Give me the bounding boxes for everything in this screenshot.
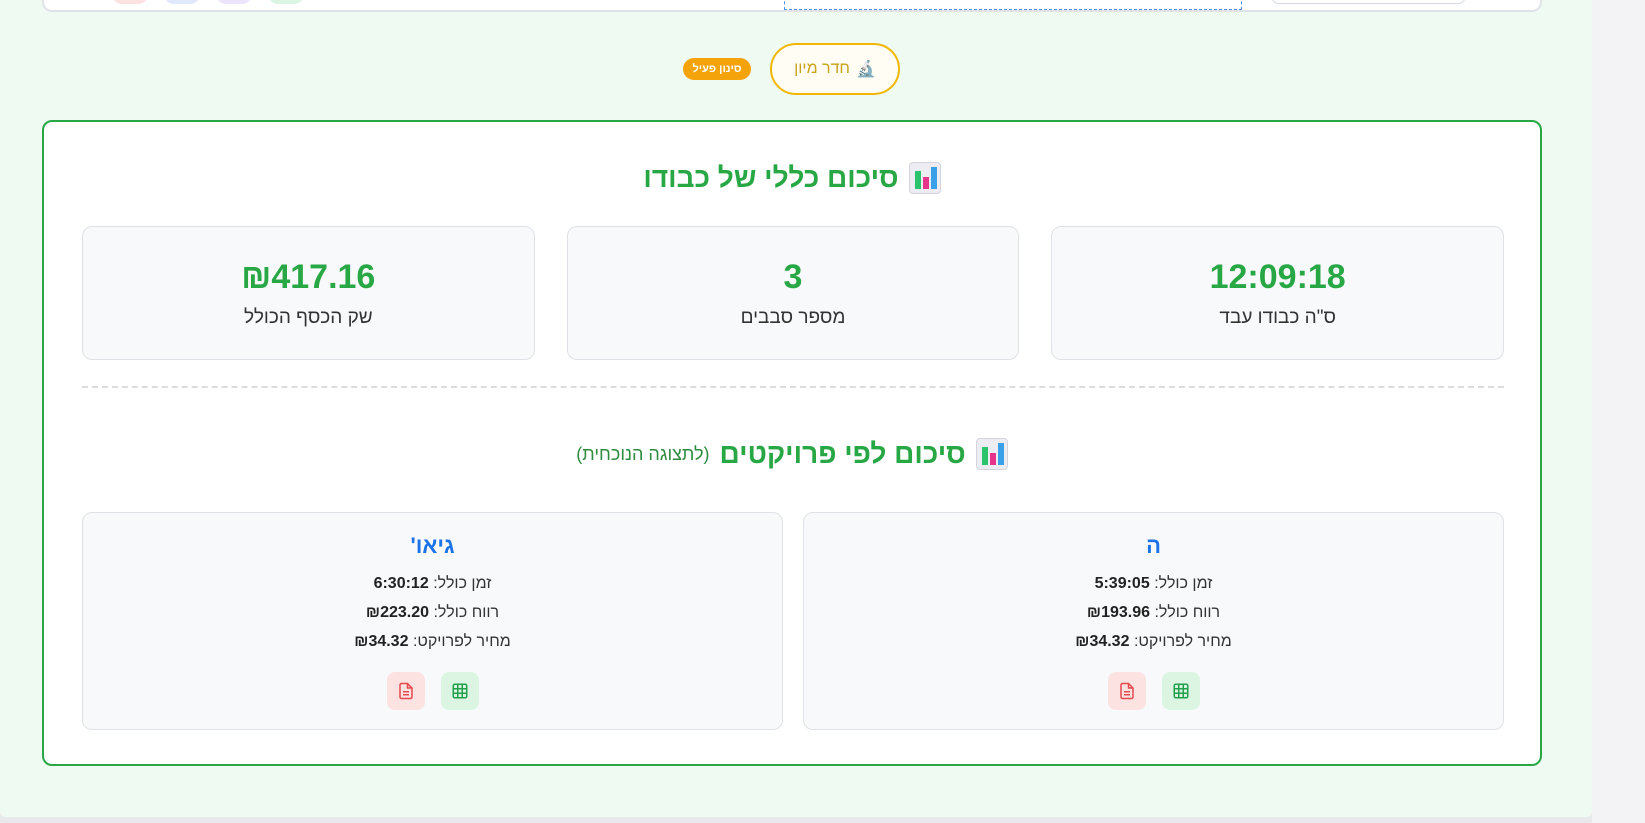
stat-label: ס"ה כבודו עבד [1219, 306, 1336, 328]
overall-summary-title: סיכום כללי של כבודו [643, 162, 899, 193]
project-total-profit: רווח כולל: ₪223.20 [365, 604, 500, 621]
projects-row: ה זמן כולל: 5:39:05 רווח כולל: ₪193.96 מ… [82, 512, 1504, 730]
microscope-icon: 🔬 [855, 61, 876, 78]
project-name: גיאו' [410, 533, 455, 558]
stat-label: שק הכסף הכולל [243, 306, 373, 328]
overall-summary-heading: סיכום כללי של כבודו [44, 162, 1540, 194]
spreadsheet-icon [1173, 683, 1188, 699]
summary-card: סיכום כללי של כבודו 12:09:18 ס"ה כבודו ע… [42, 120, 1542, 766]
section-divider [82, 386, 1504, 388]
document-icon [1119, 682, 1134, 700]
projects-summary-subtitle: (לתצוגה הנוכחית) [576, 443, 710, 464]
stat-rounds-count: 3 מספר סבבים [566, 226, 1020, 360]
stat-value: 12:09:18 [1209, 257, 1346, 296]
toolbar-chip-blue[interactable] [164, 0, 200, 4]
export-sheet-button[interactable] [440, 672, 479, 710]
stat-value: 3 [783, 257, 803, 296]
project-name: ה [1146, 533, 1161, 558]
project-total-time: זמן כולל: 6:30:12 [373, 575, 492, 592]
toolbar-chip-red[interactable] [112, 0, 148, 4]
top-toolbar-panel [42, 0, 1542, 12]
project-card: גיאו' זמן כולל: 6:30:12 רווח כולל: ₪223.… [82, 512, 783, 730]
stat-total-time: 12:09:18 ס"ה כבודו עבד [1051, 226, 1504, 360]
date-range-field[interactable] [784, 0, 1242, 10]
export-pdf-button[interactable] [1107, 672, 1146, 710]
stat-value: ₪417.16 [241, 257, 376, 296]
filter-row: 🔬 חדר מיון סינון פעיל [0, 43, 1592, 95]
spreadsheet-icon [452, 683, 467, 699]
project-total-time: זמן כולל: 5:39:05 [1094, 575, 1213, 592]
scrollbar-gutter[interactable] [1592, 0, 1645, 823]
stat-label: מספר סבבים [740, 306, 846, 328]
projects-summary-heading: סיכום לפי פרויקטים (לתצוגה הנוכחית) [44, 438, 1540, 470]
document-icon [398, 682, 413, 700]
overall-stats-row: 12:09:18 ס"ה כבודו עבד 3 מספר סבבים ₪417… [81, 226, 1504, 360]
search-field[interactable] [1271, 0, 1466, 4]
page-background: 🔬 חדר מיון סינון פעיל סיכום כללי של כבוד… [0, 0, 1592, 817]
export-pdf-button[interactable] [386, 672, 425, 710]
project-price: מחיר לפרויקט: ₪34.32 [354, 633, 511, 650]
bar-chart-icon [975, 438, 1008, 470]
bar-chart-icon [908, 162, 941, 194]
sort-room-label: חדר מיון [794, 60, 850, 77]
project-actions [1107, 672, 1200, 710]
export-sheet-button[interactable] [1161, 672, 1200, 710]
project-card: ה זמן כולל: 5:39:05 רווח כולל: ₪193.96 מ… [803, 512, 1504, 730]
project-total-profit: רווח כולל: ₪193.96 [1086, 604, 1221, 621]
toolbar-chip-purple[interactable] [216, 0, 252, 4]
projects-summary-title: סיכום לפי פרויקטים [719, 438, 966, 469]
project-actions [386, 672, 479, 710]
stat-total-money: ₪417.16 שק הכסף הכולל [81, 226, 535, 360]
project-price: מחיר לפרויקט: ₪34.32 [1075, 633, 1232, 650]
filter-active-badge: סינון פעיל [683, 58, 751, 80]
sort-room-button[interactable]: 🔬 חדר מיון [770, 43, 900, 95]
toolbar-chip-green[interactable] [268, 0, 304, 4]
